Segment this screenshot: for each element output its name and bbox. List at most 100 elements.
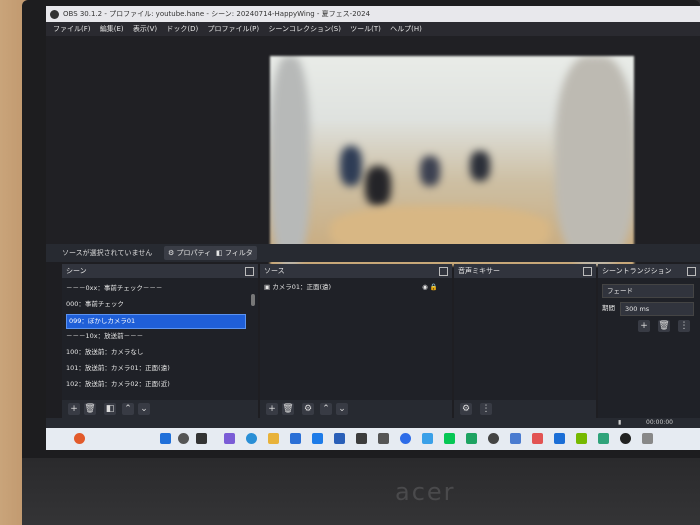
- properties-button[interactable]: ⚙ プロパティ: [164, 246, 216, 260]
- sources-dock-title: ソース: [264, 267, 285, 275]
- scene-item[interactable]: 102：放送前：カメラ02：正面(近): [66, 378, 170, 391]
- gear-icon[interactable]: ⚙: [302, 403, 314, 415]
- dropbox-icon[interactable]: [312, 433, 323, 444]
- more-options-icon[interactable]: ⋮: [678, 320, 690, 332]
- scenes-dock: シーン －－－0xx：事前チェック－－－ 000：事前チェック 099：ぼかしカ…: [62, 264, 258, 418]
- nvidia-icon[interactable]: [576, 433, 587, 444]
- filters-label: フィルタ: [224, 249, 253, 257]
- app-icon[interactable]: [356, 433, 367, 444]
- sources-toolbar: + 🗑 ⚙ ⌃ ⌄: [260, 400, 452, 418]
- properties-label: プロパティ: [176, 249, 212, 257]
- move-down-icon[interactable]: ⌄: [138, 403, 150, 415]
- obs-icon[interactable]: [620, 433, 631, 444]
- audio-mixer-dock: 音声ミキサー ⚙ ⋮: [454, 264, 596, 418]
- duration-input[interactable]: 300 ms: [620, 302, 694, 316]
- menu-view[interactable]: 表示(V): [133, 25, 157, 33]
- defender-icon[interactable]: [554, 433, 565, 444]
- audio-mixer-title: 音声ミキサー: [458, 267, 500, 275]
- remove-transition-icon[interactable]: 🗑: [658, 320, 670, 332]
- app-icon[interactable]: [488, 433, 499, 444]
- move-up-icon[interactable]: ⌃: [320, 403, 332, 415]
- weather-icon[interactable]: [74, 433, 85, 444]
- filter-icon: ◧: [216, 249, 225, 257]
- move-down-icon[interactable]: ⌄: [336, 403, 348, 415]
- scenes-dock-title: シーン: [66, 267, 87, 275]
- add-transition-icon[interactable]: +: [638, 320, 650, 332]
- remove-scene-icon[interactable]: 🗑: [84, 403, 96, 415]
- add-source-icon[interactable]: +: [266, 403, 278, 415]
- menu-file[interactable]: ファイル(F): [53, 25, 91, 33]
- menu-scene-collection[interactable]: シーンコレクション(S): [268, 25, 341, 33]
- camera-icon: ▣: [264, 283, 273, 291]
- scenes-toolbar: + 🗑 ◧ ⌃ ⌄: [62, 400, 258, 418]
- sources-dock-header: ソース: [260, 264, 452, 278]
- menu-edit[interactable]: 編集(E): [100, 25, 124, 33]
- photos-icon[interactable]: [532, 433, 543, 444]
- signal-icon: ▮: [618, 419, 622, 426]
- search-icon[interactable]: [178, 433, 189, 444]
- menu-bar: ファイル(F) 編集(E) 表示(V) ドック(D) プロファイル(P) シーン…: [46, 22, 700, 36]
- more-options-icon[interactable]: ⋮: [480, 403, 492, 415]
- window-titlebar: OBS 30.1.2 - プロファイル: youtube.hane - シーン:…: [46, 6, 700, 22]
- no-source-label: ソースが選択されていません: [62, 249, 153, 257]
- laptop-brand-logo: acer: [395, 478, 456, 506]
- stream-time: 00:00:00: [646, 419, 673, 426]
- laptop-screen: OBS 30.1.2 - プロファイル: youtube.hane - シーン:…: [46, 6, 700, 450]
- edge-icon[interactable]: [246, 433, 257, 444]
- app-icon[interactable]: [334, 433, 345, 444]
- copilot-icon[interactable]: [224, 433, 235, 444]
- scenes-scrollbar[interactable]: [251, 294, 255, 306]
- duration-label: 期間: [602, 304, 615, 312]
- scene-item-selected[interactable]: 099：ぼかしカメラ01: [66, 314, 246, 329]
- advanced-audio-icon[interactable]: ⚙: [460, 403, 472, 415]
- windows-taskbar: [46, 428, 700, 450]
- add-scene-icon[interactable]: +: [68, 403, 80, 415]
- scenes-dock-header: シーン: [62, 264, 258, 278]
- eye-icon[interactable]: ◉ 🔒: [422, 281, 438, 294]
- scene-item[interactable]: 100：放送前：カメラなし: [66, 346, 143, 359]
- scene-item[interactable]: －－－10x：放送前－－－: [66, 330, 143, 343]
- gear-icon: ⚙: [168, 249, 177, 257]
- remove-source-icon[interactable]: 🗑: [282, 403, 294, 415]
- scenes-list: －－－0xx：事前チェック－－－ 000：事前チェック 099：ぼかしカメラ01…: [62, 278, 258, 418]
- app-icon[interactable]: [378, 433, 389, 444]
- transitions-title: シーントランジション: [602, 267, 672, 275]
- menu-dock[interactable]: ドック(D): [166, 25, 198, 33]
- source-item-label: カメラ01：正面(遠): [272, 283, 332, 291]
- line-icon[interactable]: [444, 433, 455, 444]
- audio-mixer-body: ⚙ ⋮: [454, 278, 596, 418]
- menu-help[interactable]: ヘルプ(H): [390, 25, 422, 33]
- transitions-header: シーントランジション: [598, 264, 700, 278]
- audio-mixer-toolbar: ⚙ ⋮: [454, 400, 596, 418]
- taskview-icon[interactable]: [196, 433, 207, 444]
- source-item[interactable]: ▣ カメラ01：正面(遠) ◉ 🔒: [264, 281, 442, 294]
- sources-list: ▣ カメラ01：正面(遠) ◉ 🔒 + 🗑 ⚙ ⌃ ⌄: [260, 278, 452, 418]
- move-up-icon[interactable]: ⌃: [122, 403, 134, 415]
- menu-profile[interactable]: プロファイル(P): [207, 25, 259, 33]
- status-bar: ▮ 00:00:00: [46, 418, 700, 428]
- app-icon[interactable]: [422, 433, 433, 444]
- transition-type-select[interactable]: フェード: [602, 284, 694, 298]
- zoom-icon[interactable]: [400, 433, 411, 444]
- window-title: OBS 30.1.2 - プロファイル: youtube.hane - シーン:…: [63, 10, 371, 18]
- scene-item[interactable]: 000：事前チェック: [66, 298, 124, 311]
- app-icon[interactable]: [466, 433, 477, 444]
- undock-icon[interactable]: [245, 267, 254, 276]
- scene-item[interactable]: －－－0xx：事前チェック－－－: [66, 282, 162, 295]
- app-icon[interactable]: [598, 433, 609, 444]
- folder-icon[interactable]: [268, 433, 279, 444]
- undock-icon[interactable]: [583, 267, 592, 276]
- store-icon[interactable]: [290, 433, 301, 444]
- source-controls-bar: ソースが選択されていません ⚙ プロパティ ◧ フィルタ: [46, 244, 700, 262]
- filters-button[interactable]: ◧ フィルタ: [212, 246, 257, 260]
- app-icon[interactable]: [510, 433, 521, 444]
- scene-filter-icon[interactable]: ◧: [104, 403, 116, 415]
- start-icon[interactable]: [160, 433, 171, 444]
- undock-icon[interactable]: [439, 267, 448, 276]
- preview-area: [46, 36, 700, 266]
- undock-icon[interactable]: [687, 267, 696, 276]
- preview-canvas[interactable]: [270, 56, 634, 266]
- menu-tools[interactable]: ツール(T): [350, 25, 381, 33]
- app-icon[interactable]: [642, 433, 653, 444]
- scene-item[interactable]: 101：放送前：カメラ01：正面(遠): [66, 362, 170, 375]
